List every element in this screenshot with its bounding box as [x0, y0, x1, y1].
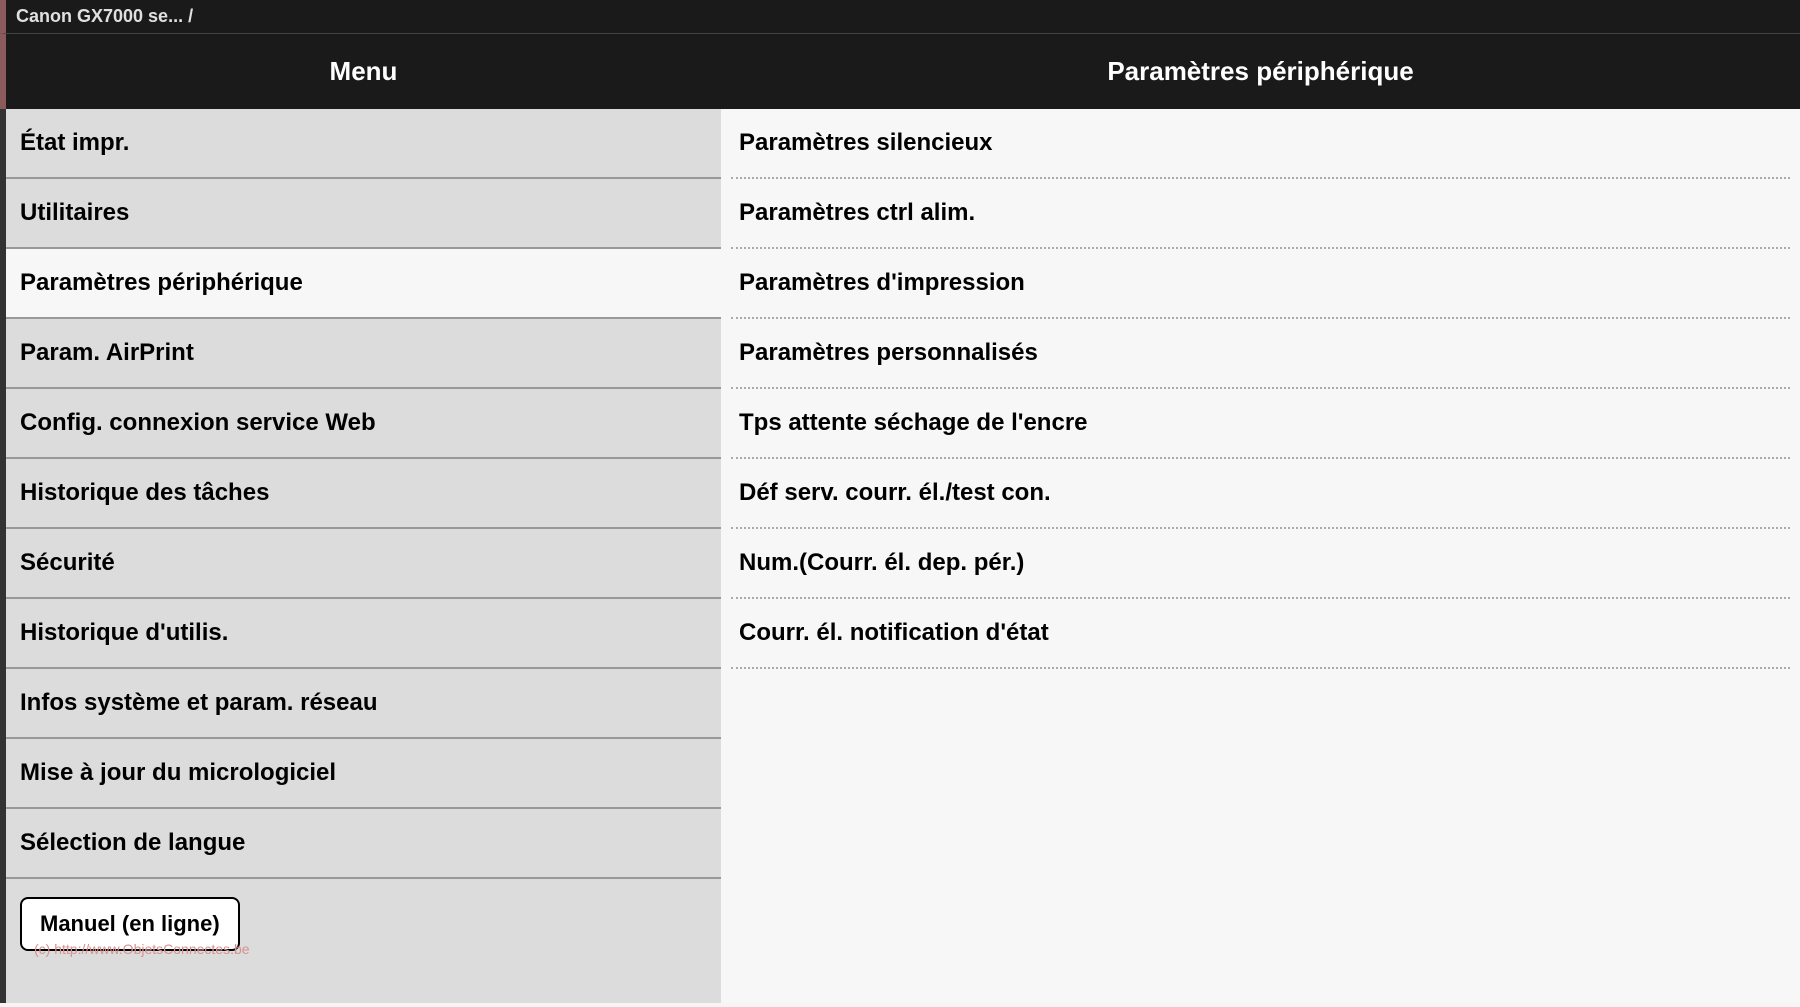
sidebar-item-system-info-network[interactable]: Infos système et param. réseau [6, 669, 721, 739]
sidebar: État impr.UtilitairesParamètres périphér… [6, 109, 721, 1003]
breadcrumb[interactable]: Canon GX7000 se... / [0, 0, 1800, 34]
content-item-ink-dry-wait-time[interactable]: Tps attente séchage de l'encre [731, 389, 1790, 459]
content-item-custom-settings[interactable]: Paramètres personnalisés [731, 319, 1790, 389]
sidebar-footer: Manuel (en ligne) (c) http://www.ObjetsC… [6, 879, 721, 961]
content-header: Paramètres périphérique [721, 34, 1800, 109]
watermark: (c) http://www.ObjetsConnectes.be [34, 941, 250, 957]
menu-header: Menu [0, 34, 721, 109]
content-panel: Paramètres silencieuxParamètres ctrl ali… [721, 109, 1800, 1003]
sidebar-item-security[interactable]: Sécurité [6, 529, 721, 599]
content-item-status-notification-email[interactable]: Courr. él. notification d'état [731, 599, 1790, 669]
content-item-scan-email-from-device[interactable]: Num.(Courr. él. dep. pér.) [731, 529, 1790, 599]
sidebar-item-task-history[interactable]: Historique des tâches [6, 459, 721, 529]
content-item-mail-server-test[interactable]: Déf serv. courr. él./test con. [731, 459, 1790, 529]
content-item-quiet-settings[interactable]: Paramètres silencieux [731, 109, 1790, 179]
sidebar-item-firmware-update[interactable]: Mise à jour du micrologiciel [6, 739, 721, 809]
main-content: État impr.UtilitairesParamètres périphér… [0, 109, 1800, 1003]
content-item-print-settings[interactable]: Paramètres d'impression [731, 249, 1790, 319]
sidebar-item-printer-status[interactable]: État impr. [6, 109, 721, 179]
sidebar-item-language-selection[interactable]: Sélection de langue [6, 809, 721, 879]
sidebar-item-web-service-config[interactable]: Config. connexion service Web [6, 389, 721, 459]
sidebar-item-usage-history[interactable]: Historique d'utilis. [6, 599, 721, 669]
content-item-power-ctrl-settings[interactable]: Paramètres ctrl alim. [731, 179, 1790, 249]
sidebar-item-utilities[interactable]: Utilitaires [6, 179, 721, 249]
sidebar-item-device-settings[interactable]: Paramètres périphérique [6, 249, 721, 319]
header-row: Menu Paramètres périphérique [0, 34, 1800, 109]
sidebar-item-airprint-settings[interactable]: Param. AirPrint [6, 319, 721, 389]
